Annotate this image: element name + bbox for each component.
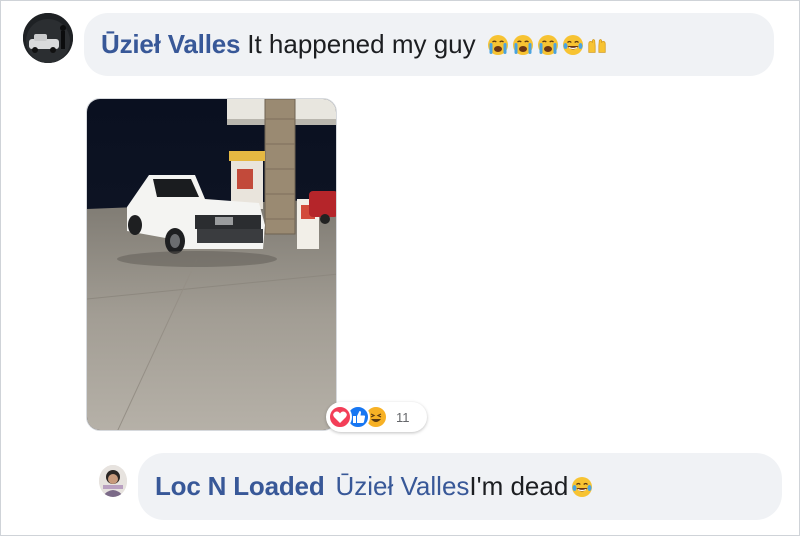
comment-emojis [486, 33, 608, 57]
reactions-summary[interactable]: 11 [326, 402, 427, 432]
comment-bubble: Ūzieł Valles It happened my guy [84, 13, 774, 76]
love-reaction-icon [328, 405, 352, 429]
comment-text: It happened my guy [247, 29, 476, 59]
face-with-tears-of-joy-icon [562, 34, 583, 55]
comment-bubble: Loc N Loaded Ūzieł Valles I'm dead [138, 453, 782, 520]
loudly-crying-face-icon [512, 34, 533, 55]
mention-link[interactable]: Ūzieł Valles [336, 471, 470, 502]
loudly-crying-face-icon [487, 34, 508, 55]
reaction-count: 11 [396, 409, 410, 425]
raising-hands-icon [588, 38, 606, 53]
comment-author-link[interactable]: Ūzieł Valles [101, 29, 240, 60]
avatar[interactable] [23, 13, 73, 63]
avatar[interactable] [99, 465, 127, 497]
loudly-crying-face-icon [537, 34, 558, 55]
photo-attachment[interactable] [86, 98, 337, 431]
comment-text: I'm dead [469, 471, 569, 501]
face-with-tears-of-joy-icon [572, 476, 593, 497]
comment-author-link[interactable]: Loc N Loaded [155, 471, 325, 502]
